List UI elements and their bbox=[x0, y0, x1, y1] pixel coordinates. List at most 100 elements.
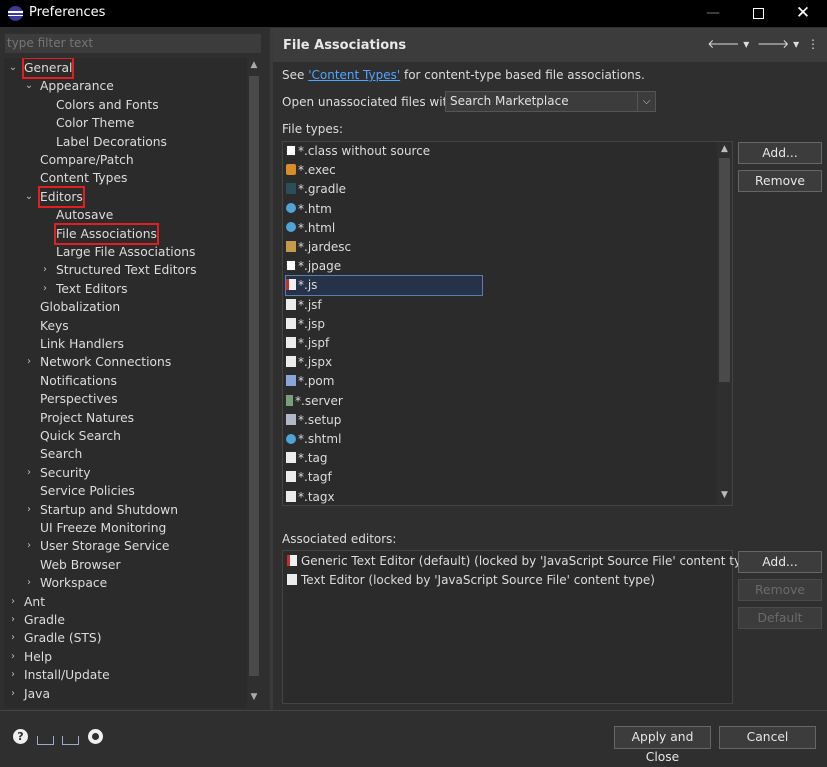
chevron-right-icon[interactable]: › bbox=[24, 501, 34, 519]
add-file-type-button[interactable]: Add... bbox=[738, 142, 822, 164]
export-icon[interactable] bbox=[62, 736, 79, 745]
chevron-right-icon[interactable]: › bbox=[8, 593, 18, 611]
tree-item[interactable]: Label Decorations bbox=[4, 133, 247, 151]
tree-item[interactable]: Notifications bbox=[4, 372, 247, 390]
chevron-right-icon[interactable]: › bbox=[24, 537, 34, 555]
file-type-row[interactable]: *.htm bbox=[286, 200, 332, 219]
apply-and-close-button[interactable]: Apply and Close bbox=[614, 726, 711, 764]
file-type-row[interactable]: *.html bbox=[286, 219, 335, 238]
chevron-right-icon[interactable]: › bbox=[8, 666, 18, 684]
tree-item[interactable]: ⌄ General bbox=[4, 58, 247, 79]
tree-item[interactable]: Compare/Patch bbox=[4, 151, 247, 169]
tree-item[interactable]: Autosave bbox=[4, 206, 247, 224]
tree-item[interactable]: › Text Editors bbox=[4, 280, 247, 298]
file-type-row[interactable]: *.server bbox=[286, 392, 343, 411]
file-type-row[interactable]: *.jspx bbox=[286, 353, 332, 372]
scroll-down-icon[interactable]: ▼ bbox=[717, 490, 732, 500]
maximize-button[interactable] bbox=[735, 0, 781, 27]
tree-item[interactable]: Large File Associations bbox=[4, 243, 247, 261]
tree-item[interactable]: › Gradle bbox=[4, 611, 247, 629]
tree-item[interactable]: Quick Search bbox=[4, 427, 247, 445]
add-editor-button[interactable]: Add... bbox=[738, 551, 822, 573]
chevron-right-icon[interactable]: › bbox=[40, 261, 50, 279]
tree-item[interactable]: Keys bbox=[4, 317, 247, 335]
record-icon[interactable] bbox=[88, 729, 103, 744]
tree-item[interactable]: › Security bbox=[4, 464, 247, 482]
chevron-down-icon[interactable]: ⌄ bbox=[24, 188, 34, 206]
tree-item[interactable]: › Startup and Shutdown bbox=[4, 501, 247, 519]
tree-item[interactable]: ⌄ Appearance bbox=[4, 77, 247, 95]
tree-item[interactable]: Content Types bbox=[4, 169, 247, 187]
close-button[interactable]: ✕ bbox=[780, 0, 826, 27]
file-type-row[interactable]: *.tagf bbox=[286, 468, 332, 487]
file-type-row[interactable]: *.gradle bbox=[286, 180, 346, 199]
remove-file-type-button[interactable]: Remove bbox=[738, 170, 822, 192]
filter-input[interactable] bbox=[5, 34, 261, 53]
tree-item[interactable]: ⌄ Editors bbox=[4, 185, 247, 208]
tree-item[interactable]: › Gradle (STS) bbox=[4, 629, 247, 647]
scroll-up-icon[interactable]: ▲ bbox=[717, 144, 732, 154]
tree-item[interactable]: › Ant bbox=[4, 593, 247, 611]
tree-item[interactable]: Perspectives bbox=[4, 390, 247, 408]
tree-scrollbar[interactable]: ▲ ▼ bbox=[247, 58, 261, 708]
remove-editor-button[interactable]: Remove bbox=[738, 579, 822, 601]
chevron-down-icon[interactable]: ⌄ bbox=[8, 59, 18, 77]
tree-item[interactable]: Service Policies bbox=[4, 482, 247, 500]
file-type-row[interactable]: *.js bbox=[285, 275, 483, 297]
file-type-row[interactable]: *.setup bbox=[286, 411, 341, 430]
back-arrow-icon[interactable]: 🡐 ▾ bbox=[707, 37, 749, 51]
file-type-row[interactable]: *.tagx bbox=[286, 488, 335, 505]
tree-item[interactable]: Web Browser bbox=[4, 556, 247, 574]
forward-arrow-icon[interactable]: 🡒 ▾ bbox=[757, 37, 799, 51]
file-type-row[interactable]: *.class without source bbox=[286, 142, 430, 161]
file-type-row[interactable]: *.pom bbox=[286, 372, 334, 391]
file-types-scrollbar[interactable]: ▲ ▼ bbox=[717, 142, 732, 505]
scroll-thumb[interactable] bbox=[249, 76, 259, 676]
default-editor-button[interactable]: Default bbox=[738, 607, 822, 629]
file-type-row[interactable]: *.jspf bbox=[286, 334, 329, 353]
pane-splitter[interactable] bbox=[270, 28, 273, 710]
file-type-row[interactable]: *.shtml bbox=[286, 430, 341, 449]
tree-item[interactable]: › User Storage Service bbox=[4, 537, 247, 555]
editor-row[interactable]: Text Editor (locked by 'JavaScript Sourc… bbox=[287, 571, 655, 590]
tree-item[interactable]: › Java bbox=[4, 685, 247, 703]
scroll-up-icon[interactable]: ▲ bbox=[247, 60, 261, 70]
tree-item[interactable]: Color Theme bbox=[4, 114, 247, 132]
associated-editors-list[interactable]: Generic Text Editor (default) (locked by… bbox=[282, 550, 761, 704]
file-type-row[interactable]: *.exec bbox=[286, 161, 336, 180]
tree-item[interactable]: › Workspace bbox=[4, 574, 247, 592]
chevron-right-icon[interactable]: › bbox=[8, 629, 18, 647]
file-type-row[interactable]: *.jsf bbox=[286, 296, 322, 315]
tree-item[interactable]: UI Freeze Monitoring bbox=[4, 519, 247, 537]
chevron-right-icon[interactable]: › bbox=[40, 280, 50, 298]
minimize-button[interactable]: — bbox=[690, 0, 736, 27]
file-types-list[interactable]: *.class without source *.exec *.gradle *.ht… bbox=[282, 141, 733, 506]
content-types-link[interactable]: 'Content Types' bbox=[308, 68, 400, 82]
tree-item[interactable]: Project Natures bbox=[4, 409, 247, 427]
open-unassociated-select[interactable]: Search Marketplace ⌵ bbox=[445, 91, 656, 112]
tree-item[interactable]: Colors and Fonts bbox=[4, 96, 247, 114]
cancel-button[interactable]: Cancel bbox=[719, 726, 816, 749]
file-type-row[interactable]: *.jpage bbox=[286, 257, 341, 276]
tree-item[interactable]: › Network Connections bbox=[4, 353, 247, 371]
chevron-right-icon[interactable]: › bbox=[8, 685, 18, 703]
chevron-down-icon[interactable]: ⌄ bbox=[24, 77, 34, 95]
tree-item[interactable]: › Help bbox=[4, 648, 247, 666]
editor-row[interactable]: Generic Text Editor (default) (locked by… bbox=[287, 552, 761, 571]
file-type-row[interactable]: *.jardesc bbox=[286, 238, 351, 257]
tree-item[interactable]: Search bbox=[4, 445, 247, 463]
chevron-right-icon[interactable]: › bbox=[8, 648, 18, 666]
chevron-right-icon[interactable]: › bbox=[8, 611, 18, 629]
file-type-row[interactable]: *.tag bbox=[286, 449, 328, 468]
scroll-down-icon[interactable]: ▼ bbox=[247, 692, 261, 702]
tree-item[interactable]: › Structured Text Editors bbox=[4, 261, 247, 279]
view-menu-icon[interactable]: ⋮ bbox=[807, 37, 819, 51]
import-icon[interactable] bbox=[37, 736, 54, 745]
tree-item[interactable]: Globalization bbox=[4, 298, 247, 316]
chevron-right-icon[interactable]: › bbox=[24, 464, 34, 482]
scroll-thumb[interactable] bbox=[719, 158, 730, 382]
tree-item[interactable]: Link Handlers bbox=[4, 335, 247, 353]
tree-item[interactable]: › Install/Update bbox=[4, 666, 247, 684]
help-icon[interactable]: ? bbox=[13, 729, 28, 744]
file-type-row[interactable]: *.jsp bbox=[286, 315, 325, 334]
